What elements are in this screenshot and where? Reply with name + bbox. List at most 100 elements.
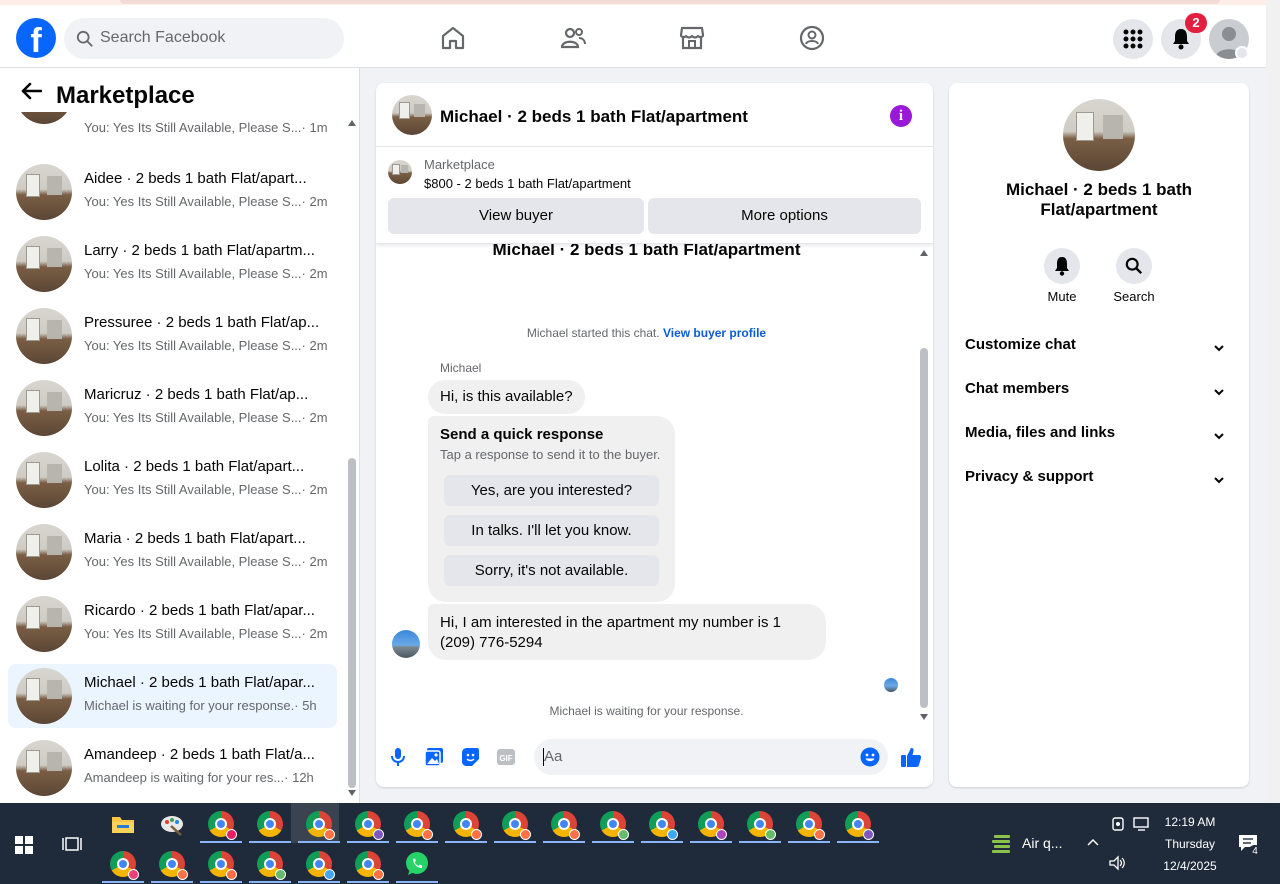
chat-header: Michael · 2 beds 1 bath Flat/apartment i [376,83,933,147]
more-options-button[interactable]: More options [648,198,921,234]
conversation-item[interactable]: Michael · 2 beds 1 bath Flat/apar... Mich… [8,664,337,728]
media-files-links-row[interactable]: Media, files and links [965,424,1233,454]
meet-now-icon[interactable] [1111,816,1125,832]
sidebar-scroll-thumb[interactable] [348,458,356,788]
listing-thumbnail [16,740,72,796]
weather-label[interactable]: Air q... [1022,835,1062,851]
mute-button[interactable]: Mute [1032,248,1092,304]
marketplace-icon[interactable] [678,24,706,52]
info-icon[interactable]: i [890,105,912,127]
conversation-item[interactable]: Larry · 2 beds 1 bath Flat/apartm... You:… [8,232,337,296]
account-caret-icon[interactable] [1235,46,1249,60]
view-buyer-button[interactable]: View buyer [388,198,644,234]
chrome-taskbar-icon[interactable] [551,811,580,840]
chat-listing-thumbnail[interactable] [392,95,432,135]
chrome-taskbar-icon[interactable] [110,851,139,880]
windows-start-icon[interactable] [15,836,33,854]
chrome-taskbar-icon[interactable] [404,811,433,840]
clock-day[interactable]: Thursday [1160,837,1220,851]
browser-edge [0,0,1266,5]
network-icon[interactable] [1133,816,1151,832]
chrome-taskbar-icon[interactable] [698,811,727,840]
chat-title[interactable]: Michael · 2 beds 1 bath Flat/apartment [440,107,748,127]
customize-chat-row[interactable]: Customize chat [965,336,1233,366]
chevron-up-icon[interactable] [1087,838,1099,846]
details-listing-thumbnail[interactable] [1063,99,1135,171]
grid-menu-icon [1123,29,1143,49]
scroll-down-icon[interactable] [348,790,356,796]
conversation-name: Larry · 2 beds 1 bath Flat/apartm... [84,242,315,259]
profile-dot-icon [422,829,433,840]
page-scrollbar[interactable] [1266,0,1280,803]
scroll-up-icon[interactable] [348,120,356,126]
home-icon[interactable] [439,24,467,52]
quick-response-in-talks[interactable]: In talks. I'll let you know. [444,515,659,546]
message-input[interactable]: Aa [534,739,888,775]
privacy-support-row[interactable]: Privacy & support [965,468,1233,498]
volume-icon[interactable] [1108,855,1126,871]
gif-icon[interactable]: GIF [496,747,516,767]
scroll-down-icon[interactable] [920,714,928,720]
chrome-taskbar-icon[interactable] [845,811,874,840]
chrome-taskbar-icon[interactable] [257,851,286,880]
back-arrow-icon[interactable] [20,82,42,100]
chrome-taskbar-icon[interactable] [453,811,482,840]
chrome-taskbar-icon[interactable] [208,851,237,880]
chrome-taskbar-icon[interactable] [257,811,283,837]
profile-dot-icon [275,869,286,880]
waiting-notice: Michael is waiting for your response. [549,704,744,718]
chat-scroll-thumb[interactable] [920,348,928,708]
chrome-taskbar-icon[interactable] [355,811,384,840]
friends-icon[interactable] [559,24,587,52]
conversation-item[interactable]: Ricardo · 2 beds 1 bath Flat/apar... You:… [8,592,337,656]
menu-button[interactable] [1113,19,1153,59]
paint-icon[interactable] [159,811,185,837]
clock-time[interactable]: 12:19 AM [1160,815,1220,829]
running-indicator [396,881,438,883]
chrome-taskbar-icon[interactable] [502,811,531,840]
groups-icon[interactable] [798,24,826,52]
buyer-avatar[interactable] [392,630,420,658]
scroll-up-icon[interactable] [920,250,928,256]
conversation-item[interactable]: Pressuree · 2 beds 1 bath Flat/ap... You:… [8,304,337,368]
thumbs-up-icon[interactable] [900,746,922,768]
sidebar-scrollbar[interactable] [345,112,359,803]
chrome-taskbar-icon[interactable] [796,811,825,840]
conversation-time: · 2m [301,338,328,353]
chat-scrollbar[interactable] [917,244,931,723]
chrome-taskbar-icon[interactable] [306,811,335,840]
file-explorer-icon[interactable] [110,811,136,837]
chrome-taskbar-icon[interactable] [208,811,237,840]
message-bubble[interactable]: Hi, I am interested in the apartment my … [428,604,826,660]
quick-response-not-available[interactable]: Sorry, it's not available. [444,555,659,586]
conversation-item[interactable]: Lolita · 2 beds 1 bath Flat/apart... You:… [8,448,337,512]
task-view-icon[interactable] [62,835,82,853]
view-buyer-profile-link[interactable]: View buyer profile [663,326,766,340]
conversation-item[interactable]: Amandeep · 2 beds 1 bath Flat/a... Amande… [8,736,337,800]
chrome-taskbar-icon[interactable] [355,851,384,880]
chrome-taskbar-icon[interactable] [600,811,629,840]
conversation-time: · 2m [301,194,328,209]
running-indicator [494,841,536,843]
conversation-item[interactable]: Aidee · 2 beds 1 bath Flat/apart... You: … [8,160,337,224]
chat-members-row[interactable]: Chat members [965,380,1233,410]
search-in-chat-button[interactable]: Search [1104,248,1164,304]
emoji-icon[interactable] [860,747,880,767]
weather-icon[interactable] [990,832,1014,856]
message-bubble[interactable]: Hi, is this available? [428,380,585,414]
clock-date[interactable]: 12/4/2025 [1160,859,1220,873]
sticker-icon[interactable] [460,747,480,767]
chrome-taskbar-icon[interactable] [306,851,335,880]
chrome-taskbar-icon[interactable] [649,811,678,840]
quick-response-yes[interactable]: Yes, are you interested? [444,475,659,506]
microphone-icon[interactable] [388,747,408,767]
listing-price-title[interactable]: $800 - 2 beds 1 bath Flat/apartment [424,176,631,191]
conversation-item[interactable]: Maria · 2 beds 1 bath Flat/apart... You: … [8,520,337,584]
photo-icon[interactable] [424,747,444,767]
chrome-taskbar-icon[interactable] [747,811,776,840]
search-bar[interactable]: Search Facebook [64,18,344,59]
whatsapp-icon[interactable] [404,851,430,877]
conversation-item[interactable]: Maricruz · 2 beds 1 bath Flat/ap... You: … [8,376,337,440]
chrome-taskbar-icon[interactable] [159,851,188,880]
facebook-logo[interactable]: f [16,18,56,58]
